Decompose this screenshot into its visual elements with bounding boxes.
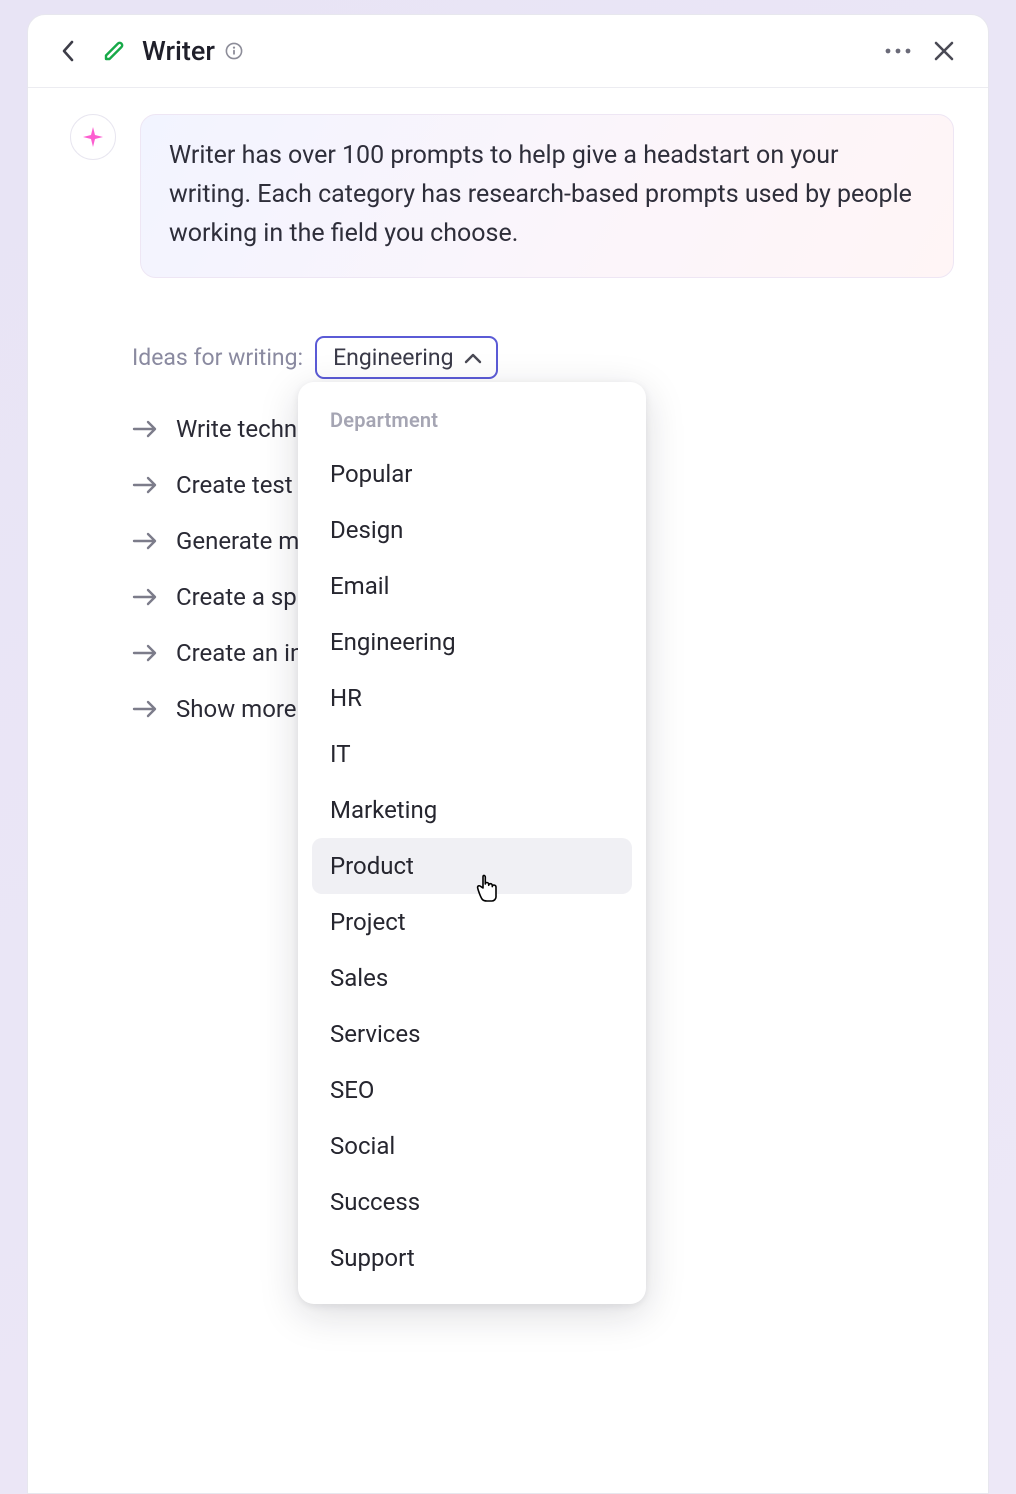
prompt-label: Create test [176,471,293,499]
prompt-label: Write techn [176,415,297,443]
prompt-label: Create a spr [176,583,305,611]
dropdown-item-design[interactable]: Design [312,502,632,558]
info-icon [225,42,243,60]
arrow-right-icon [132,532,158,550]
arrow-right-icon [132,588,158,606]
dropdown-item-it[interactable]: IT [312,726,632,782]
prompt-label: Show more [176,695,297,723]
dropdown-item-success[interactable]: Success [312,1174,632,1230]
close-icon [933,40,955,62]
sparkle-icon [81,125,105,149]
arrow-right-icon [132,700,158,718]
dropdown-item-product[interactable]: Product [312,838,632,894]
dropdown-item-marketing[interactable]: Marketing [312,782,632,838]
department-dropdown: Department Popular Design Email Engineer… [298,382,646,1304]
department-selected-value: Engineering [333,344,453,371]
dropdown-item-services[interactable]: Services [312,1006,632,1062]
dropdown-item-project[interactable]: Project [312,894,632,950]
close-button[interactable] [928,35,960,67]
chevron-up-icon [464,344,482,371]
arrow-right-icon [132,420,158,438]
panel-title: Writer [142,35,215,67]
dropdown-item-support[interactable]: Support [312,1230,632,1286]
department-select[interactable]: Engineering [315,336,497,379]
more-button[interactable] [882,35,914,67]
prompt-label: Generate m [176,527,299,555]
ai-avatar [70,114,116,160]
back-button[interactable] [52,35,84,67]
dropdown-item-popular[interactable]: Popular [312,446,632,502]
arrow-right-icon [132,644,158,662]
dropdown-group-title: Department [312,402,632,446]
dropdown-item-sales[interactable]: Sales [312,950,632,1006]
dropdown-item-email[interactable]: Email [312,558,632,614]
dropdown-item-hr[interactable]: HR [312,670,632,726]
intro-message: Writer has over 100 prompts to help give… [140,114,954,278]
edit-button[interactable] [98,35,130,67]
ideas-label: Ideas for writing: [132,344,303,371]
chevron-left-icon [61,40,75,62]
info-button[interactable] [225,42,243,60]
dropdown-item-social[interactable]: Social [312,1118,632,1174]
titlebar: Writer [28,15,988,88]
pencil-icon [102,39,126,63]
prompt-label: Create an in [176,639,303,667]
arrow-right-icon [132,476,158,494]
dropdown-item-engineering[interactable]: Engineering [312,614,632,670]
ellipsis-icon [885,48,911,54]
dropdown-item-seo[interactable]: SEO [312,1062,632,1118]
